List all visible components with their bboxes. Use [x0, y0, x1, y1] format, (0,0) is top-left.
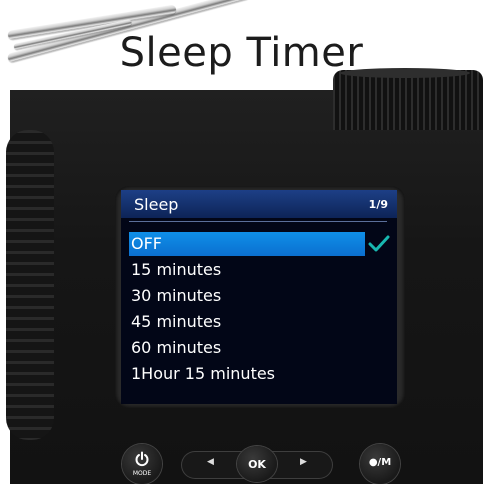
menu-item-label: 60 minutes [131, 338, 222, 357]
power-mode-button[interactable]: MODE [122, 444, 162, 484]
screen-header: Sleep 1/9 [121, 190, 397, 218]
checkmark-icon [368, 235, 390, 252]
menu-item-60-minutes[interactable]: 60 minutes [129, 336, 365, 360]
product-image: Sleep Timer Sleep 1/9 OFF 15 minutes 30 … [0, 0, 483, 484]
menu-item-45-minutes[interactable]: 45 minutes [129, 310, 365, 334]
menu-item-label: 1Hour 15 minutes [131, 364, 276, 383]
power-icon [135, 451, 149, 467]
right-arrow-icon[interactable]: ▶ [300, 457, 307, 467]
play-memory-button[interactable]: ●/M [360, 444, 400, 484]
control-buttons: MODE ◀ OK ▶ ●/M [120, 440, 400, 484]
left-arrow-icon[interactable]: ◀ [207, 457, 214, 467]
menu-item-label: OFF [131, 234, 162, 253]
screen-title: Sleep [134, 195, 179, 214]
menu-item-label: 30 minutes [131, 286, 222, 305]
side-grip [6, 130, 54, 440]
mode-label: MODE [132, 470, 152, 477]
play-memory-label: ●/M [368, 457, 392, 468]
ok-button[interactable]: OK [237, 446, 277, 482]
lcd-screen: Sleep 1/9 OFF 15 minutes 30 minutes 45 m… [121, 190, 397, 404]
tuning-knob-top [340, 68, 470, 78]
menu-item-label: 15 minutes [131, 260, 222, 279]
menu-item-off[interactable]: OFF [129, 232, 365, 256]
menu-item-label: 45 minutes [131, 312, 222, 331]
menu-item-30-minutes[interactable]: 30 minutes [129, 284, 365, 308]
menu-item-1-hour-15-minutes[interactable]: 1Hour 15 minutes [129, 362, 365, 386]
ok-label: OK [248, 458, 266, 471]
page-indicator: 1/9 [368, 198, 388, 211]
tuning-knob[interactable] [333, 70, 483, 130]
menu-item-15-minutes[interactable]: 15 minutes [129, 258, 365, 282]
header-divider [129, 221, 387, 222]
